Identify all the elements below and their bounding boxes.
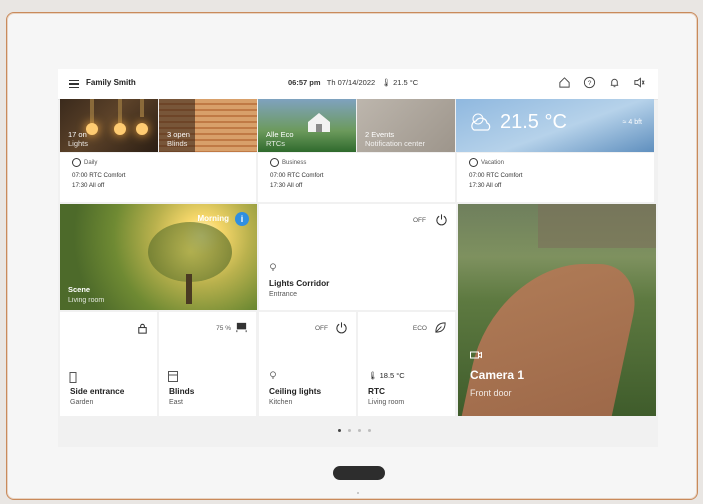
camera-name: Camera 1	[470, 368, 525, 382]
header-actions: ?	[558, 76, 646, 89]
scene-room: Living room	[68, 297, 105, 304]
lights-overview-label: 17 on Lights	[68, 130, 88, 148]
side-entrance-tile[interactable]: Side entrance Garden	[60, 312, 157, 416]
schedule-icon	[469, 158, 478, 167]
rtc-mode: Alle Eco	[266, 130, 294, 139]
bulb-icon	[270, 263, 276, 271]
schedule-entry: 07:00 RTC Comfort	[270, 172, 324, 179]
events-overview-label: 2 Events Notification center	[365, 130, 425, 148]
schedule-entry: 07:00 RTC Comfort	[469, 172, 523, 179]
ceiling-lights-room: Kitchen	[269, 399, 293, 406]
page-dot[interactable]	[358, 429, 361, 432]
screen: Family Smith 06:57 pm Th 07/14/2022 🌡 21…	[58, 69, 658, 447]
thermometer-icon: 🌡	[368, 371, 378, 380]
bulb-icon	[270, 371, 276, 379]
blinds-overview-label: 3 open Blinds	[167, 130, 190, 148]
house-image	[308, 113, 330, 132]
lights-overview-tile[interactable]: 17 on Lights	[60, 99, 158, 152]
page-dot[interactable]	[368, 429, 371, 432]
ceiling-lights-tile[interactable]: OFF Ceiling lights Kitchen	[259, 312, 356, 416]
camera-room: Front door	[470, 388, 512, 398]
blinds-state: 75 %	[216, 325, 231, 332]
svg-text:?: ?	[588, 80, 592, 87]
rtc-tile[interactable]: ECO 🌡 18.5 °C RTC Living room	[358, 312, 455, 416]
rtc-state: ECO	[412, 325, 427, 332]
lights-corridor-tile[interactable]: OFF Lights Corridor Entrance	[259, 204, 456, 310]
rtc-name: RTC	[368, 386, 386, 396]
schedule-entry: 17:30 All off	[270, 182, 303, 189]
rtc-reading: 🌡 18.5 °C	[368, 371, 405, 380]
camera-icon	[470, 351, 482, 359]
blinds-count: 3 open	[167, 130, 190, 139]
weather-wind: ≈ 4 bft	[623, 119, 642, 126]
partly-cloudy-icon	[471, 113, 491, 131]
rtc-value: 18.5 °C	[379, 371, 405, 380]
speaker-icon[interactable]	[633, 76, 646, 89]
weather-tile[interactable]: 21.5 °C ≈ 4 bft	[456, 99, 654, 152]
side-entrance-name: Side entrance	[70, 386, 125, 396]
blinds-overview-tile[interactable]: 3 open Blinds	[159, 99, 257, 152]
help-icon[interactable]: ?	[583, 76, 596, 89]
blinds-name: Blinds	[169, 386, 195, 396]
blinds-caption: Blinds	[167, 139, 188, 148]
events-count: 2 Events	[365, 130, 395, 139]
weather-temperature: 21.5 °C	[500, 111, 567, 133]
camera-tile[interactable]: Camera 1 Front door	[458, 204, 656, 416]
events-overview-tile[interactable]: 2 Events Notification center	[357, 99, 455, 152]
sensor-dot	[357, 492, 359, 494]
power-icon[interactable]	[335, 321, 348, 334]
ceiling-lights-state: OFF	[315, 325, 328, 332]
bell-icon[interactable]	[608, 76, 621, 89]
lock-icon[interactable]	[136, 322, 149, 335]
schedule-icon	[270, 158, 279, 167]
thermometer-small-icon: 🌡	[381, 78, 391, 87]
rtc-caption: RTCs	[266, 139, 286, 148]
rtc-room: Living room	[368, 399, 405, 406]
header-bar: Family Smith 06:57 pm Th 07/14/2022 🌡 21…	[58, 69, 658, 100]
schedule-entry: 17:30 All off	[72, 182, 105, 189]
schedule-title: Business	[282, 159, 307, 166]
scene-badge: Morning	[197, 214, 229, 223]
header-temperature: 21.5 °C	[393, 78, 419, 87]
info-icon[interactable]: i	[235, 212, 249, 226]
rtc-overview-label: Alle Eco RTCs	[266, 130, 294, 148]
page-dot[interactable]	[348, 429, 351, 432]
schedule-icon	[72, 158, 81, 167]
leaf-icon[interactable]	[434, 321, 447, 334]
household-title: Family Smith	[86, 78, 136, 87]
schedule-vacation[interactable]: Vacation 07:00 RTC Comfort 17:30 All off	[457, 153, 654, 202]
side-entrance-room: Garden	[70, 399, 94, 406]
ceiling-lights-name: Ceiling lights	[269, 386, 322, 396]
schedule-entry: 17:30 All off	[469, 182, 502, 189]
date: Th 07/14/2022	[326, 78, 376, 87]
door-icon	[69, 372, 77, 383]
clock: 06:57 pm	[288, 78, 321, 87]
corridor-name: Lights Corridor	[269, 278, 330, 288]
schedule-business[interactable]: Business 07:00 RTC Comfort 17:30 All off	[258, 153, 455, 202]
menu-icon[interactable]	[69, 80, 79, 88]
page-indicator[interactable]	[338, 429, 371, 432]
blind-icon[interactable]	[235, 321, 248, 334]
wind-value: 4 bft	[628, 119, 642, 126]
blinds-room: East	[169, 399, 184, 406]
blind-small-icon	[168, 371, 178, 382]
lights-caption: Lights	[68, 139, 89, 148]
status-line: 06:57 pm Th 07/14/2022 🌡 21.5 °C	[288, 78, 418, 87]
power-icon[interactable]	[435, 213, 448, 226]
rtc-overview-tile[interactable]: Alle Eco RTCs	[258, 99, 356, 152]
corridor-state: OFF	[413, 217, 426, 224]
page-dot[interactable]	[338, 429, 341, 432]
home-icon[interactable]	[558, 76, 571, 89]
corridor-room: Entrance	[269, 291, 298, 298]
scene-tile[interactable]: Morning i Scene Living room	[60, 204, 257, 310]
events-caption: Notification center	[365, 139, 426, 148]
scene-name: Scene	[68, 285, 91, 294]
schedule-title: Vacation	[481, 159, 504, 166]
schedule-entry: 07:00 RTC Comfort	[72, 172, 126, 179]
hardware-home-button[interactable]	[333, 466, 385, 480]
schedule-daily[interactable]: Daily 07:00 RTC Comfort 17:30 All off	[60, 153, 256, 202]
lights-count: 17 on	[68, 130, 87, 139]
schedule-title: Daily	[84, 159, 98, 166]
blinds-tile[interactable]: 75 % Blinds East	[159, 312, 256, 416]
